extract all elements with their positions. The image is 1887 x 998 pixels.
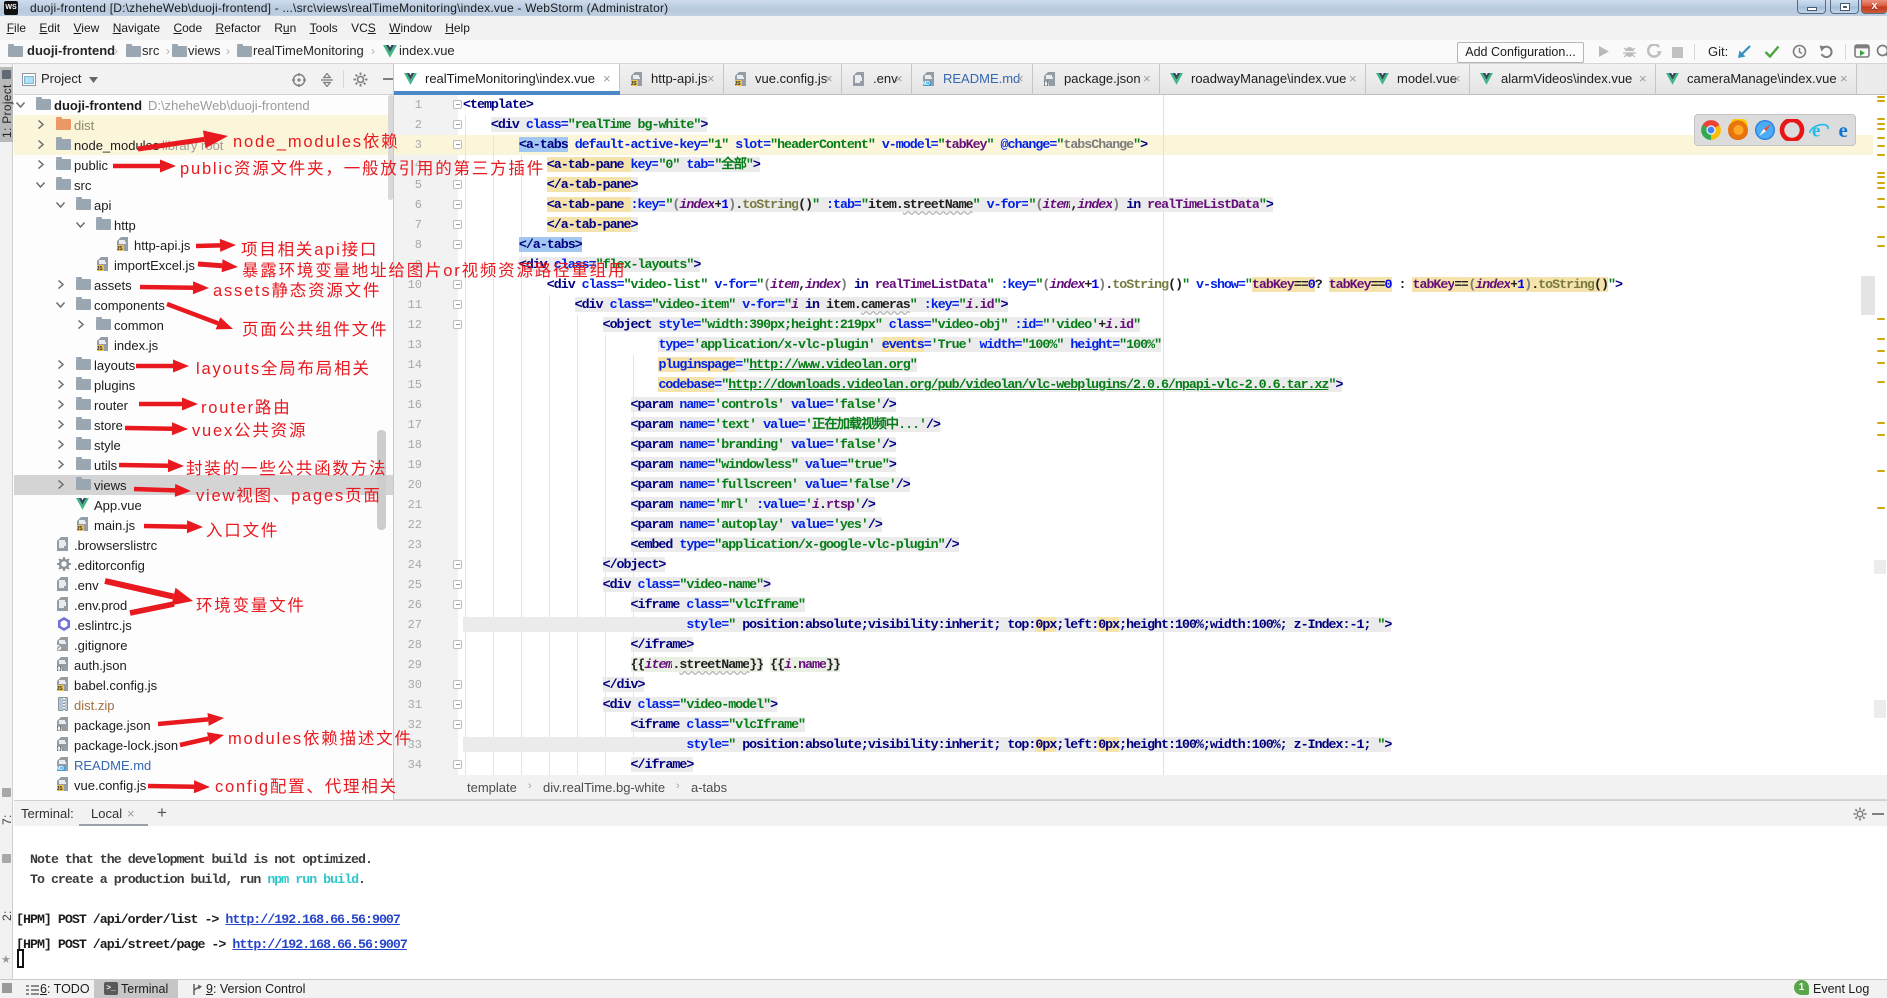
svg-text:e: e <box>1812 121 1820 142</box>
svg-text:e: e <box>1839 119 1848 141</box>
